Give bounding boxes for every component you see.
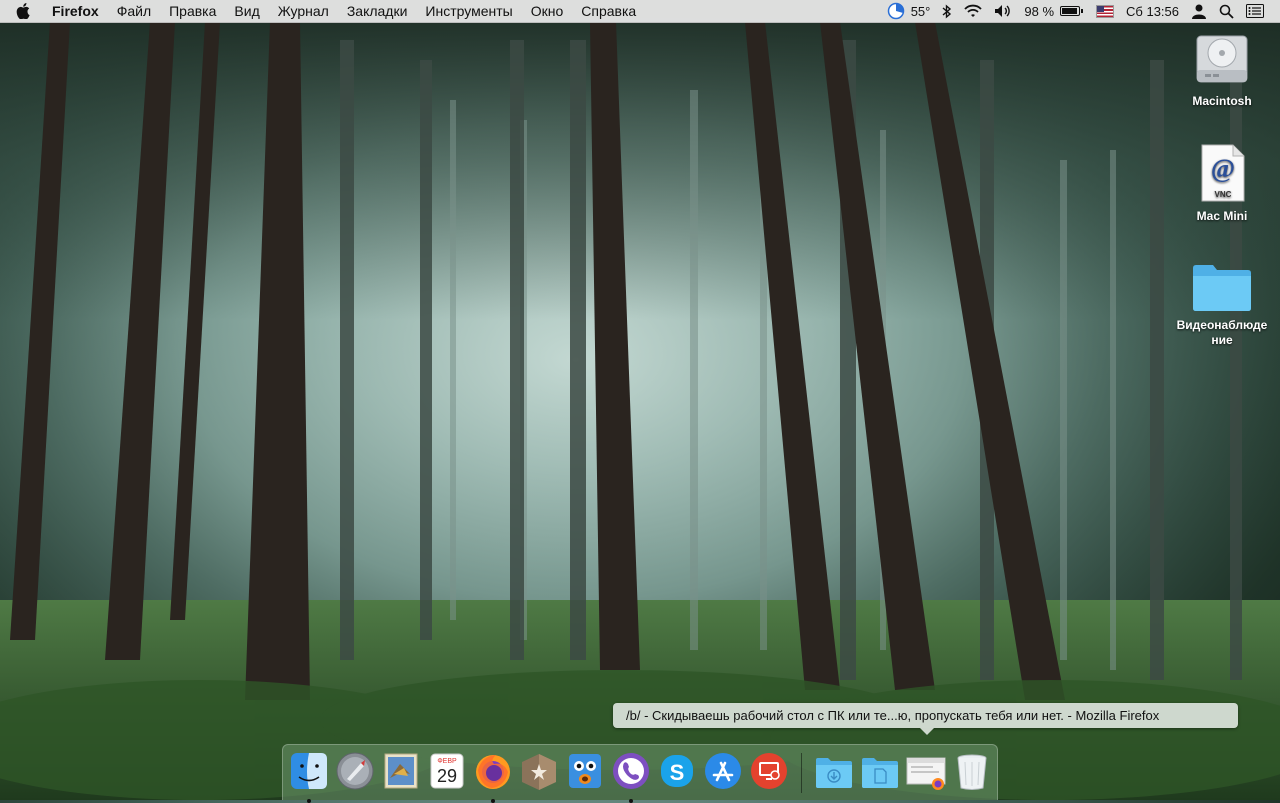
dock-item-calendar[interactable]: ФЕВР 29 <box>426 750 468 792</box>
trash-icon <box>957 754 987 790</box>
dock-separator <box>801 753 802 793</box>
dock-item-photo-booth[interactable] <box>564 750 606 792</box>
skype-icon: S <box>661 755 693 787</box>
desktop-icon-macintosh[interactable]: Macintosh <box>1172 30 1272 109</box>
menu-bookmarks[interactable]: Закладки <box>338 0 417 22</box>
menu-bar: Firefox Файл Правка Вид Журнал Закладки … <box>0 0 1280 23</box>
hard-drive-icon <box>1196 35 1248 83</box>
menu-file[interactable]: Файл <box>108 0 160 22</box>
battery-status[interactable]: 98 % <box>1024 3 1084 19</box>
dock-item-finder[interactable] <box>288 750 330 803</box>
menu-help[interactable]: Справка <box>572 0 645 22</box>
desktop-icon-mac-mini[interactable]: @ VNC Mac Mini <box>1172 143 1272 224</box>
vnc-badge: VNC <box>1215 190 1232 199</box>
clock[interactable]: Сб 13:56 <box>1126 4 1179 19</box>
desktop-icon-label: Mac Mini <box>1196 209 1248 223</box>
bluetooth-icon[interactable] <box>942 3 952 19</box>
calendar-month: ФЕВР <box>437 758 457 765</box>
reeder-icon <box>522 754 556 790</box>
desktop-icon-label: Macintosh <box>1192 94 1252 108</box>
dock: ФЕВР 29 S <box>282 744 998 803</box>
downloads-folder-icon <box>816 758 852 788</box>
mail-icon <box>384 753 418 789</box>
dock-item-mail[interactable] <box>380 750 422 792</box>
folder-icon <box>1193 265 1251 311</box>
dock-item-downloads[interactable] <box>813 750 855 792</box>
firefox-icon <box>476 755 510 789</box>
documents-folder-icon <box>862 758 898 788</box>
vnc-file-icon: @ VNC <box>1201 144 1245 202</box>
dock-item-screen-sharing[interactable] <box>748 750 790 792</box>
user-icon[interactable] <box>1191 3 1207 19</box>
screen-sharing-icon <box>751 753 787 789</box>
dock-item-documents[interactable] <box>859 750 901 792</box>
desktop-icon-label: Видеонаблюде ние <box>1176 318 1268 347</box>
dock-item-trash[interactable] <box>951 750 993 792</box>
temperature-monitor[interactable]: 55° <box>887 2 931 20</box>
dock-item-skype[interactable]: S <box>656 750 698 792</box>
calendar-day: 29 <box>437 766 457 786</box>
dock-tooltip: /b/ - Скидываешь рабочий стол с ПК или т… <box>613 703 1238 728</box>
volume-icon[interactable] <box>994 4 1012 18</box>
temperature-value: 55° <box>910 3 931 19</box>
menu-edit[interactable]: Правка <box>160 0 225 22</box>
photo-booth-icon <box>569 754 601 788</box>
tooltip-arrow <box>920 728 934 735</box>
menu-app-name[interactable]: Firefox <box>48 0 108 22</box>
notification-center-icon[interactable] <box>1246 4 1264 18</box>
dock-item-app-store[interactable] <box>702 750 744 792</box>
dock-item-viber[interactable] <box>610 750 652 803</box>
menu-history[interactable]: Журнал <box>269 0 338 22</box>
menu-tools[interactable]: Инструменты <box>416 0 521 22</box>
firefox-window-icon <box>906 757 946 790</box>
desktop-wallpaper <box>0 0 1280 800</box>
battery-percent: 98 % <box>1024 3 1055 19</box>
calendar-icon: ФЕВР 29 <box>430 753 464 789</box>
battery-icon <box>1060 6 1084 16</box>
wifi-icon[interactable] <box>964 4 983 18</box>
launchpad-icon <box>336 752 374 790</box>
viber-icon <box>613 753 649 789</box>
dock-item-launchpad[interactable] <box>334 750 376 792</box>
menu-view[interactable]: Вид <box>225 0 268 22</box>
temperature-gauge-icon <box>887 2 904 20</box>
dock-item-reeder[interactable] <box>518 750 560 792</box>
app-store-icon <box>705 753 741 789</box>
finder-icon <box>291 753 327 789</box>
desktop-icon-videonabludenie[interactable]: Видеонаблюде ние <box>1172 262 1272 348</box>
dock-item-firefox[interactable] <box>472 750 514 803</box>
dock-item-firefox-window[interactable] <box>905 750 947 792</box>
svg-text:@: @ <box>1211 154 1235 183</box>
menu-window[interactable]: Окно <box>522 0 573 22</box>
svg-text:S: S <box>670 760 685 785</box>
spotlight-search-icon[interactable] <box>1219 4 1234 19</box>
input-source-flag-icon[interactable] <box>1096 4 1115 18</box>
apple-icon[interactable] <box>16 3 36 19</box>
